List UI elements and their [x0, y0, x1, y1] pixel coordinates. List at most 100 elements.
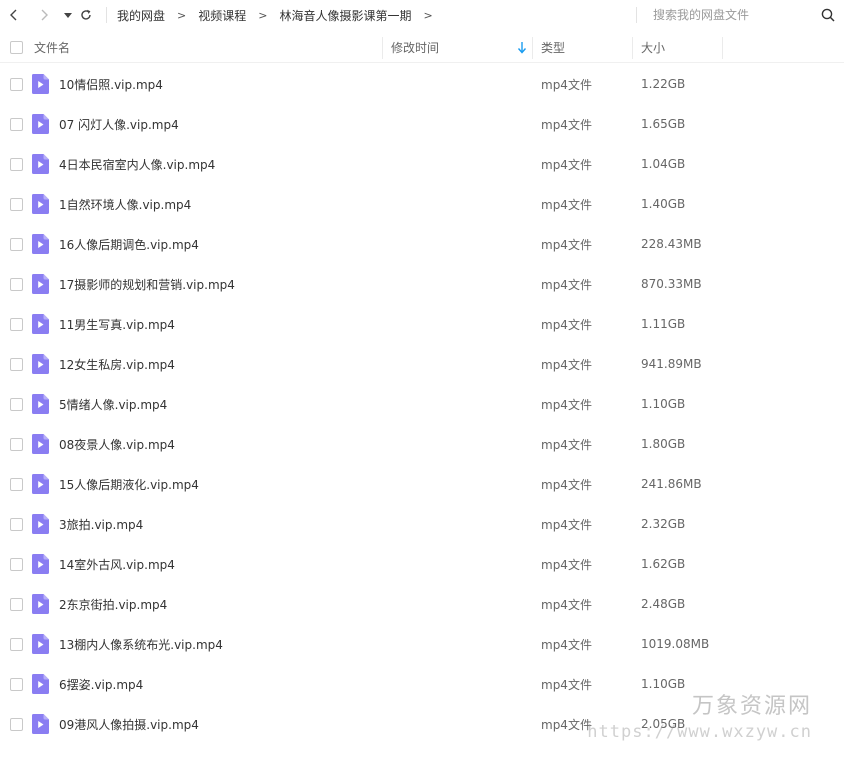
- file-name-cell: 4日本民宿室内人像.vip.mp4: [28, 154, 383, 174]
- row-checkbox[interactable]: [9, 717, 23, 731]
- file-name[interactable]: 2东京街拍.vip.mp4: [59, 596, 167, 613]
- file-name[interactable]: 15人像后期液化.vip.mp4: [59, 476, 199, 493]
- file-row[interactable]: 07 闪灯人像.vip.mp4 mp4文件 1.65GB: [0, 104, 844, 144]
- sort-desc-arrow-icon: [517, 41, 527, 54]
- file-row[interactable]: 10情侣照.vip.mp4 mp4文件 1.22GB: [0, 64, 844, 104]
- column-header-type-label: 类型: [541, 41, 566, 55]
- file-name-cell: 16人像后期调色.vip.mp4: [28, 234, 383, 254]
- breadcrumb-more-button[interactable]: >: [423, 9, 432, 22]
- file-name[interactable]: 14室外古风.vip.mp4: [59, 556, 175, 573]
- file-size: 1.40GB: [641, 197, 686, 211]
- row-checkbox[interactable]: [9, 317, 23, 331]
- file-name[interactable]: 17摄影师的规划和营销.vip.mp4: [59, 276, 235, 293]
- file-name[interactable]: 10情侣照.vip.mp4: [59, 76, 163, 93]
- file-row[interactable]: 2东京街拍.vip.mp4 mp4文件 2.48GB: [0, 584, 844, 624]
- file-name[interactable]: 11男生写真.vip.mp4: [59, 316, 175, 333]
- row-checkbox-cell: [0, 584, 28, 624]
- file-row[interactable]: 17摄影师的规划和营销.vip.mp4 mp4文件 870.33MB: [0, 264, 844, 304]
- file-name-cell: 14室外古风.vip.mp4: [28, 554, 383, 574]
- column-header-modified[interactable]: 修改时间: [383, 33, 533, 63]
- file-name[interactable]: 08夜景人像.vip.mp4: [59, 436, 175, 453]
- file-name[interactable]: 4日本民宿室内人像.vip.mp4: [59, 156, 215, 173]
- column-divider[interactable]: [722, 36, 723, 59]
- row-checkbox[interactable]: [9, 237, 23, 251]
- file-type: mp4文件: [541, 77, 592, 92]
- file-row[interactable]: 3旅拍.vip.mp4 mp4文件 2.32GB: [0, 504, 844, 544]
- file-row[interactable]: 09港风人像拍摄.vip.mp4 mp4文件 2.05GB: [0, 704, 844, 744]
- row-checkbox[interactable]: [9, 557, 23, 571]
- file-name-cell: 3旅拍.vip.mp4: [28, 514, 383, 534]
- file-row[interactable]: 16人像后期调色.vip.mp4 mp4文件 228.43MB: [0, 224, 844, 264]
- breadcrumb-item-current-folder[interactable]: 林海音人像摄影课第一期: [279, 7, 411, 24]
- video-file-icon: [32, 634, 49, 654]
- file-row[interactable]: 11男生写真.vip.mp4 mp4文件 1.11GB: [0, 304, 844, 344]
- file-name-cell: 08夜景人像.vip.mp4: [28, 434, 383, 454]
- row-checkbox-cell: [0, 384, 28, 424]
- file-name-cell: 07 闪灯人像.vip.mp4: [28, 114, 383, 134]
- breadcrumb-separator: >: [177, 8, 187, 22]
- file-row[interactable]: 1自然环境人像.vip.mp4 mp4文件 1.40GB: [0, 184, 844, 224]
- column-header-name[interactable]: 文件名: [28, 33, 383, 63]
- file-name[interactable]: 3旅拍.vip.mp4: [59, 516, 143, 533]
- row-checkbox[interactable]: [9, 637, 23, 651]
- row-checkbox-cell: [0, 64, 28, 104]
- video-file-icon: [32, 514, 49, 534]
- row-checkbox[interactable]: [9, 477, 23, 491]
- file-type: mp4文件: [541, 397, 592, 412]
- file-row[interactable]: 08夜景人像.vip.mp4 mp4文件 1.80GB: [0, 424, 844, 464]
- history-dropdown-button[interactable]: [62, 0, 74, 30]
- row-checkbox[interactable]: [9, 157, 23, 171]
- video-file-icon: [32, 354, 49, 374]
- file-row[interactable]: 14室外古风.vip.mp4 mp4文件 1.62GB: [0, 544, 844, 584]
- column-header-type[interactable]: 类型: [533, 33, 633, 63]
- refresh-button[interactable]: [76, 0, 96, 30]
- file-row[interactable]: 15人像后期液化.vip.mp4 mp4文件 241.86MB: [0, 464, 844, 504]
- breadcrumb-item-my-drive[interactable]: 我的网盘: [117, 7, 165, 24]
- video-file-icon: [32, 314, 49, 334]
- back-button[interactable]: [4, 0, 24, 30]
- file-row[interactable]: 12女生私房.vip.mp4 mp4文件 941.89MB: [0, 344, 844, 384]
- file-name-cell: 09港风人像拍摄.vip.mp4: [28, 714, 383, 734]
- row-checkbox[interactable]: [9, 357, 23, 371]
- row-checkbox-cell: [0, 504, 28, 544]
- row-checkbox[interactable]: [9, 597, 23, 611]
- file-name[interactable]: 1自然环境人像.vip.mp4: [59, 196, 191, 213]
- file-name[interactable]: 07 闪灯人像.vip.mp4: [59, 116, 179, 133]
- row-checkbox[interactable]: [9, 197, 23, 211]
- file-name[interactable]: 5情绪人像.vip.mp4: [59, 396, 167, 413]
- search-input[interactable]: [653, 8, 813, 22]
- column-header-size[interactable]: 大小: [633, 33, 723, 63]
- select-all-checkbox[interactable]: [9, 41, 23, 54]
- file-name[interactable]: 09港风人像拍摄.vip.mp4: [59, 716, 199, 733]
- file-row[interactable]: 5情绪人像.vip.mp4 mp4文件 1.10GB: [0, 384, 844, 424]
- file-name[interactable]: 6摆姿.vip.mp4: [59, 676, 143, 693]
- search-icon[interactable]: [820, 7, 836, 23]
- file-row[interactable]: 4日本民宿室内人像.vip.mp4 mp4文件 1.04GB: [0, 144, 844, 184]
- breadcrumb-item-video-courses[interactable]: 视频课程: [198, 7, 246, 24]
- chevron-left-icon: [10, 9, 17, 21]
- file-name[interactable]: 16人像后期调色.vip.mp4: [59, 236, 199, 253]
- row-checkbox-cell: [0, 144, 28, 184]
- file-size: 1.22GB: [641, 77, 686, 91]
- row-checkbox[interactable]: [9, 117, 23, 131]
- row-checkbox[interactable]: [9, 277, 23, 291]
- file-type: mp4文件: [541, 157, 592, 172]
- video-file-icon: [32, 394, 49, 414]
- row-checkbox[interactable]: [9, 437, 23, 451]
- row-checkbox[interactable]: [9, 677, 23, 691]
- row-checkbox[interactable]: [9, 397, 23, 411]
- row-checkbox[interactable]: [9, 77, 23, 91]
- file-type: mp4文件: [541, 517, 592, 532]
- file-row[interactable]: 6摆姿.vip.mp4 mp4文件 1.10GB: [0, 664, 844, 704]
- file-name-cell: 2东京街拍.vip.mp4: [28, 594, 383, 614]
- file-size: 2.48GB: [641, 597, 686, 611]
- file-type: mp4文件: [541, 277, 592, 292]
- row-checkbox[interactable]: [9, 517, 23, 531]
- file-type: mp4文件: [541, 557, 592, 572]
- file-name[interactable]: 12女生私房.vip.mp4: [59, 356, 175, 373]
- file-name[interactable]: 13棚内人像系统布光.vip.mp4: [59, 636, 223, 653]
- video-file-icon: [32, 674, 49, 694]
- file-name-cell: 15人像后期液化.vip.mp4: [28, 474, 383, 494]
- file-row[interactable]: 13棚内人像系统布光.vip.mp4 mp4文件 1019.08MB: [0, 624, 844, 664]
- forward-button[interactable]: [34, 0, 54, 30]
